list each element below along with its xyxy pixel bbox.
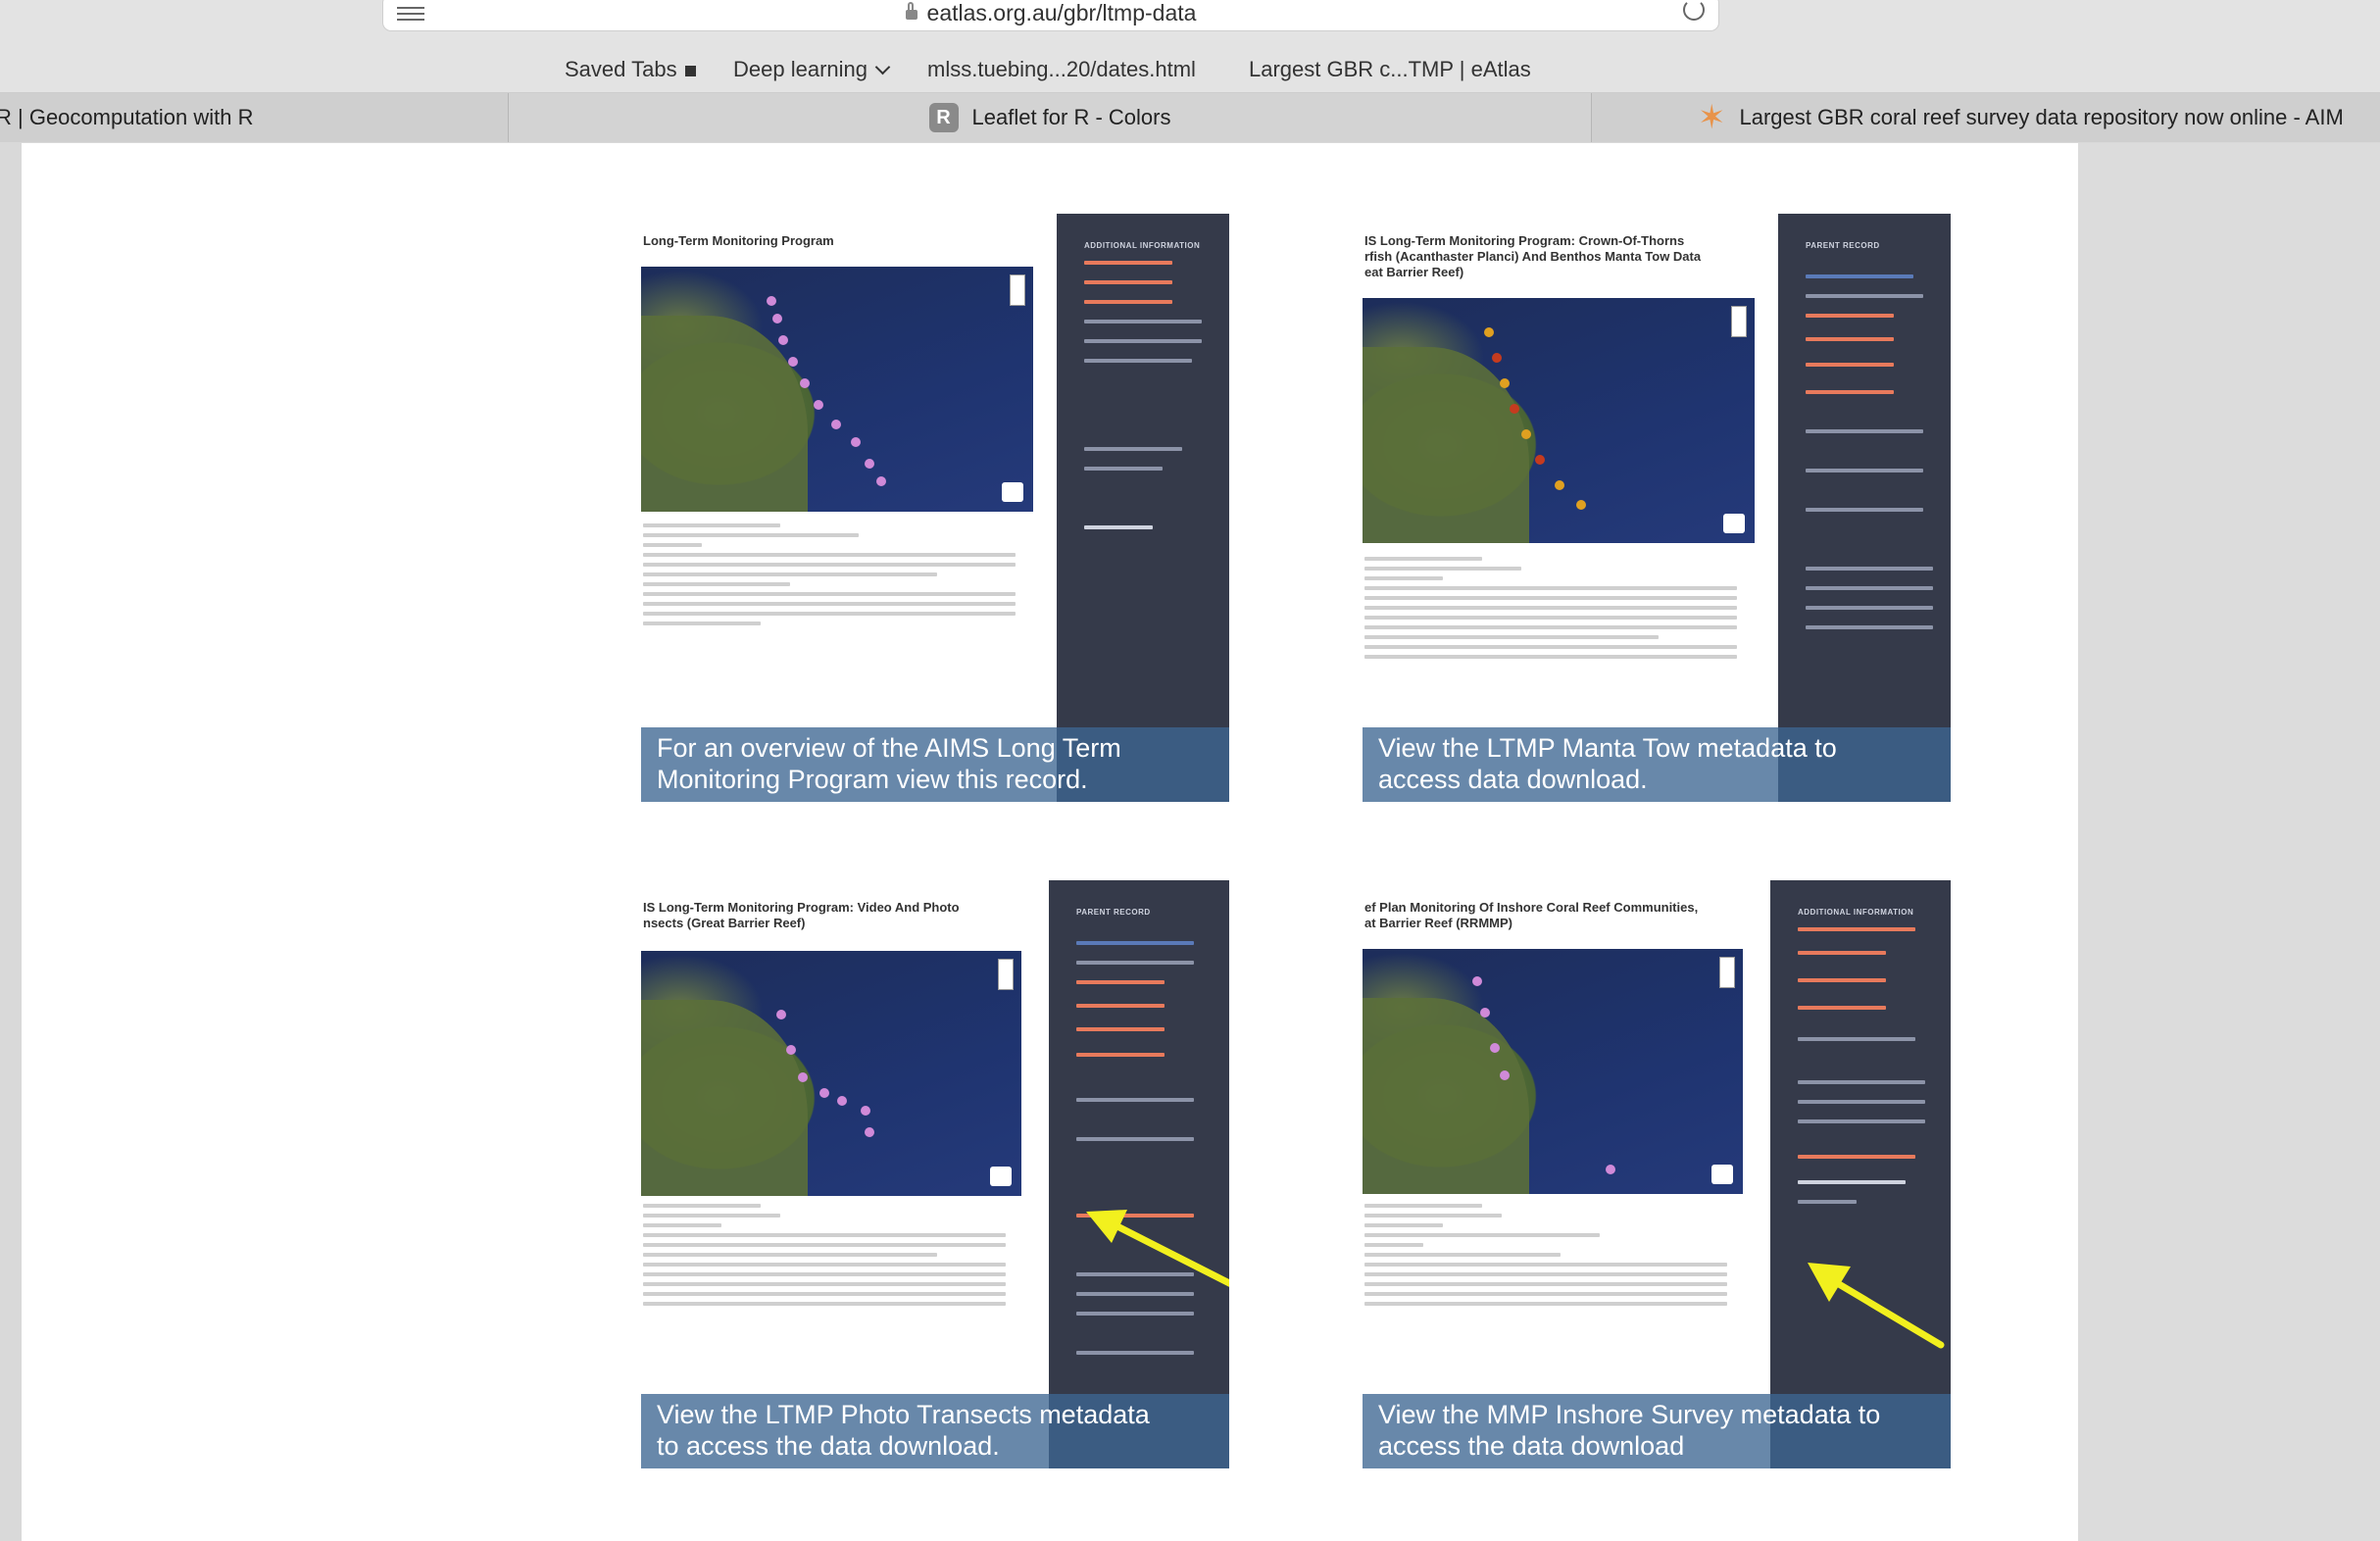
reader-view-icon[interactable] [397, 7, 424, 25]
record-caption[interactable]: For an overview of the AIMS Long Term Mo… [641, 727, 1229, 802]
record-sidebar: PARENT RECORD [1049, 880, 1229, 1468]
sidebar-heading: ADDITIONAL INFORMATION [1798, 908, 1914, 917]
record-sidebar: PARENT RECORD [1778, 214, 1951, 802]
tab-label: Largest GBR coral reef survey data repos… [1739, 105, 2344, 129]
land-mass [641, 1000, 808, 1196]
record-screenshot: ef Plan Monitoring Of Inshore Coral Reef… [1363, 880, 1770, 1468]
record-card-photo-transects[interactable]: IS Long-Term Monitoring Program: Video A… [641, 880, 1229, 1468]
record-screenshot: Long-Term Monitoring Program [641, 214, 1057, 802]
record-title: ef Plan Monitoring Of Inshore Coral Reef… [1364, 900, 1699, 930]
chevron-down-icon [874, 59, 891, 75]
lock-icon [905, 2, 917, 20]
bookmark-label: Saved Tabs [565, 57, 677, 81]
layers-icon [1711, 1165, 1733, 1184]
tab-geocomputation[interactable]: R | Geocomputation with R [0, 93, 509, 142]
sidebar-heading: ADDITIONAL INFORMATION [1084, 241, 1201, 250]
browser-toolbar: eatlas.org.au/gbr/ltmp-data [0, 0, 2380, 45]
tab-label: R | Geocomputation with R [0, 105, 254, 129]
bookmark-mlss[interactable]: mlss.tuebing...20/dates.html [927, 57, 1196, 82]
record-card-overview[interactable]: Long-Term Monitoring Program ADDITIONAL … [641, 214, 1229, 802]
record-text-lines [643, 523, 1035, 631]
sidebar-heading: PARENT RECORD [1806, 241, 1880, 250]
record-card-mmp-inshore[interactable]: ef Plan Monitoring Of Inshore Coral Reef… [1363, 880, 1951, 1468]
record-title: Long-Term Monitoring Program [643, 233, 834, 248]
bookmark-saved-tabs[interactable]: Saved Tabs [565, 57, 696, 82]
record-text-lines [1364, 1204, 1737, 1312]
star-favicon-icon: ✶ [1698, 99, 1726, 136]
land-mass [641, 316, 808, 512]
record-title: IS Long-Term Monitoring Program: Video A… [643, 900, 960, 930]
land-mass [1363, 347, 1529, 543]
zoom-control-icon [1731, 306, 1747, 337]
tab-aims-gbr[interactable]: ✶ Largest GBR coral reef survey data repo… [1592, 93, 2380, 142]
layers-icon [1723, 514, 1745, 533]
record-screenshot: IS Long-Term Monitoring Program: Video A… [641, 880, 1049, 1468]
layers-icon [990, 1167, 1012, 1186]
zoom-control-icon [1719, 957, 1735, 988]
record-title: IS Long-Term Monitoring Program: Crown-O… [1364, 233, 1702, 279]
record-text-lines [1364, 557, 1757, 665]
map-thumbnail [1363, 949, 1743, 1194]
record-card-manta-tow[interactable]: IS Long-Term Monitoring Program: Crown-O… [1363, 214, 1951, 802]
tab-bar: R | Geocomputation with R R Leaflet for R… [0, 93, 2380, 142]
yellow-arrow-icon [1808, 1263, 1945, 1349]
zoom-control-icon [1010, 274, 1025, 306]
folder-square-icon [684, 66, 696, 76]
r-favicon-icon: R [928, 103, 959, 132]
record-sidebar: ADDITIONAL INFORMATION [1057, 214, 1229, 802]
record-caption[interactable]: View the LTMP Photo Transects metadata t… [641, 1394, 1229, 1468]
map-thumbnail [1363, 298, 1755, 543]
bookmarks-bar: Saved Tabs Deep learning mlss.tuebing...… [0, 45, 2380, 93]
record-caption[interactable]: View the MMP Inshore Survey metadata to … [1363, 1394, 1951, 1468]
address-bar[interactable]: eatlas.org.au/gbr/ltmp-data [382, 0, 1719, 31]
bookmark-gbr[interactable]: Largest GBR c...TMP | eAtlas [1249, 57, 1531, 82]
record-text-lines [643, 1204, 1016, 1312]
land-mass [1363, 998, 1529, 1194]
tab-label: Leaflet for R - Colors [971, 105, 1171, 129]
map-thumbnail [641, 267, 1033, 512]
url-text: eatlas.org.au/gbr/ltmp-data [926, 0, 1197, 25]
map-thumbnail [641, 951, 1021, 1196]
record-sidebar: ADDITIONAL INFORMATION [1770, 880, 1951, 1468]
record-caption[interactable]: View the LTMP Manta Tow metadata to acce… [1363, 727, 1951, 802]
reload-icon[interactable] [1683, 0, 1705, 21]
zoom-control-icon [998, 959, 1014, 990]
record-screenshot: IS Long-Term Monitoring Program: Crown-O… [1363, 214, 1778, 802]
page-margin [2078, 143, 2380, 1541]
tab-leaflet-colors[interactable]: R Leaflet for R - Colors [509, 93, 1592, 142]
bookmark-label: Deep learning [733, 57, 868, 81]
bookmark-deep-learning[interactable]: Deep learning [733, 57, 891, 82]
yellow-arrow-icon [1086, 1210, 1229, 1287]
sidebar-heading: PARENT RECORD [1076, 908, 1151, 917]
layers-icon [1002, 482, 1023, 502]
